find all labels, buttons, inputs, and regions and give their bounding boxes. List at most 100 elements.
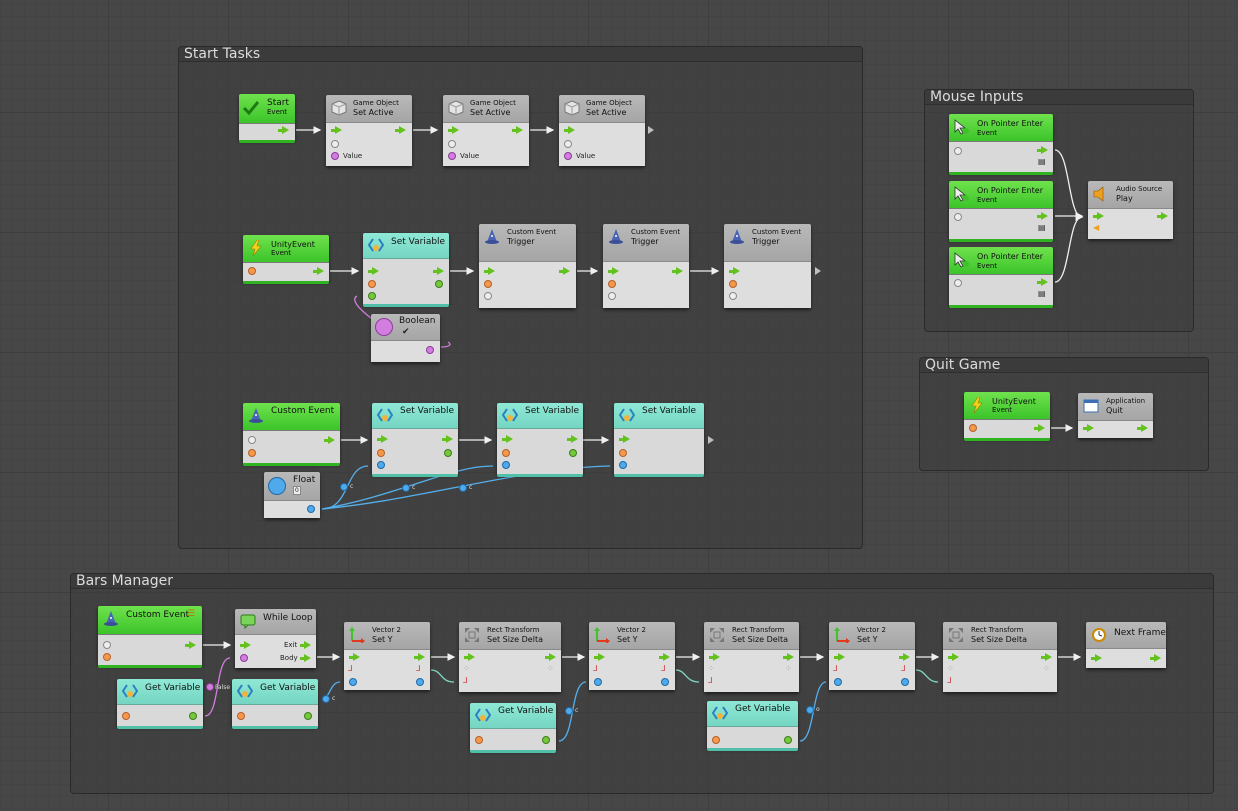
data-port[interactable] [834,678,842,686]
data-port[interactable] [377,449,385,457]
flow-in-port[interactable] [1083,424,1094,432]
flow-out-port[interactable] [278,126,289,134]
data-port[interactable] [712,736,720,744]
set-active-node[interactable]: Game Object Set Active Value [326,95,412,166]
target-port[interactable] [564,140,572,148]
vector2-set-y-node[interactable]: Vector 2 Set Y ⅃ ⅃ [829,622,915,690]
data-port[interactable] [729,280,737,288]
flow-out-port[interactable] [1150,654,1161,662]
data-port[interactable] [122,712,130,720]
flow-out-port[interactable] [1037,278,1048,286]
flow-in-port[interactable] [377,435,388,443]
data-port[interactable] [368,292,376,300]
data-port[interactable] [377,461,385,469]
rect-transform-set-size-delta-node[interactable]: Rect Transform Set Size Delta ⁘ ⁘ ⅃ [943,622,1057,692]
value-port[interactable] [564,152,572,160]
custom-event-node[interactable]: Custom Event ☰ [98,606,202,668]
unity-event-node[interactable]: UnityEvent Event [964,392,1050,441]
data-out-port[interactable] [426,346,434,354]
custom-event-trigger-node[interactable]: Custom Event Trigger [603,224,689,308]
flow-in-port[interactable] [709,653,720,661]
flow-out-port[interactable] [442,435,453,443]
rect-transform-set-size-delta-node[interactable]: Rect Transform Set Size Delta ⁘ ⁘ ⅃ [459,622,561,692]
data-port[interactable] [954,147,962,155]
flow-in-port[interactable] [368,267,379,275]
flow-in-port[interactable] [834,653,845,661]
flow-in-port[interactable] [464,653,475,661]
data-port[interactable] [569,449,577,457]
reroute-point[interactable] [565,707,573,715]
reroute-point[interactable] [206,683,214,691]
flow-in-port[interactable] [484,267,495,275]
data-out-port[interactable] [784,736,792,744]
flow-out-port[interactable] [1041,653,1052,661]
data-port[interactable] [969,424,977,432]
data-port[interactable] [608,280,616,288]
flow-out-port[interactable] [185,641,196,649]
flow-out-port[interactable] [395,126,406,134]
rect-port-icon[interactable]: ⁘ [547,664,554,673]
vector2-set-y-node[interactable]: Vector 2 Set Y ⅃ ⅃ [344,622,430,690]
flow-body-port[interactable] [300,654,311,662]
flow-out-port[interactable] [783,653,794,661]
data-port[interactable] [248,267,256,275]
vector-port-icon[interactable]: ⅃ [416,664,420,673]
data-port[interactable] [619,461,627,469]
get-variable-node[interactable]: Get Variable [707,701,798,751]
reroute-point[interactable] [340,483,348,491]
flow-out-port[interactable] [1034,424,1045,432]
vector-port-icon[interactable]: ⅃ [947,676,951,685]
set-active-node[interactable]: Game Object Set Active Value [443,95,529,166]
set-variable-node[interactable]: Set Variable [497,403,583,477]
custom-event-node[interactable]: Custom Event [243,403,340,466]
flow-in-port[interactable] [619,435,630,443]
flow-out-port[interactable] [559,267,570,275]
float-value-field[interactable]: 0 [293,486,301,495]
data-port[interactable] [248,436,256,444]
flow-out-port[interactable] [648,126,654,134]
flow-in-port[interactable] [594,653,605,661]
flow-out-port[interactable] [708,436,714,444]
rect-port-icon[interactable]: ⁘ [708,664,715,673]
vector-port-icon[interactable]: ⅃ [348,664,352,673]
while-loop-node[interactable]: While Loop Exit Body [235,609,316,668]
unity-event-node[interactable]: UnityEvent Event [243,235,329,284]
flow-in-port[interactable] [349,653,360,661]
data-port[interactable] [103,653,111,661]
data-port[interactable] [248,449,256,457]
data-port[interactable] [103,641,111,649]
data-out-port[interactable] [189,712,197,720]
data-port[interactable] [435,280,443,288]
data-out-port[interactable] [307,505,315,513]
data-out-port[interactable] [542,736,550,744]
next-frame-node[interactable]: Next Frame [1086,622,1166,668]
data-port[interactable] [368,280,376,288]
data-port[interactable] [475,736,483,744]
data-port[interactable] [901,678,909,686]
data-port[interactable] [608,292,616,300]
custom-event-trigger-node[interactable]: Custom Event Trigger [724,224,821,308]
application-quit-node[interactable]: Application Quit [1078,393,1153,438]
flow-out-port[interactable] [672,267,683,275]
reroute-point[interactable] [806,706,814,714]
reroute-point[interactable] [459,484,467,492]
data-out-port[interactable] [304,712,312,720]
flow-out-port[interactable] [1037,212,1048,220]
condition-port[interactable] [240,654,248,662]
vector-port-icon[interactable]: ⅃ [901,664,905,673]
float-node[interactable]: Float 0 [264,472,320,518]
flow-out-port[interactable] [1137,424,1148,432]
data-port[interactable] [661,678,669,686]
audio-port-icon[interactable]: ◀ [1093,223,1099,232]
flow-in-port[interactable] [1091,654,1102,662]
reroute-point[interactable] [402,484,410,492]
flow-out-port[interactable] [1157,212,1168,220]
set-variable-node[interactable]: Set Variable [614,403,714,477]
start-event-node[interactable]: Start Event [239,94,295,143]
rect-transform-set-size-delta-node[interactable]: Rect Transform Set Size Delta ⁘ ⁘ ⅃ [704,622,799,692]
flow-out-port[interactable] [512,126,523,134]
data-port[interactable] [349,678,357,686]
get-variable-node[interactable]: Get Variable [117,679,203,729]
checkbox-check[interactable]: ✔ [402,327,410,337]
vector-port-icon[interactable]: ⅃ [708,676,712,685]
